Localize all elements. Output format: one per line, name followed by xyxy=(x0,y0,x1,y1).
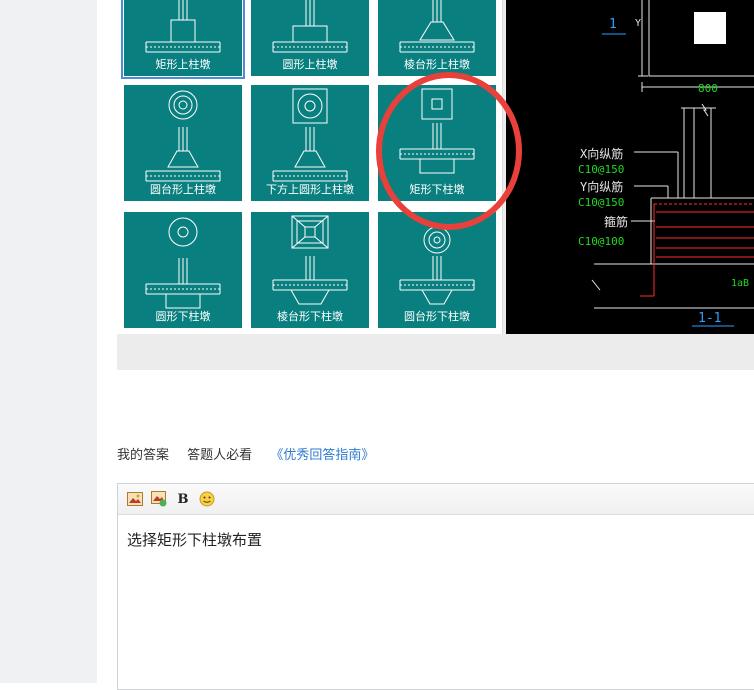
x-rebar-spec: C10@150 xyxy=(578,163,624,176)
grid-item-rect-lower-pier[interactable]: 矩形下柱墩 xyxy=(378,85,496,201)
bold-button[interactable]: B xyxy=(174,490,192,508)
grid-item-circle-upper-pier[interactable]: 圆形上柱墩 xyxy=(251,0,369,76)
dimension-label: 800 xyxy=(698,82,718,95)
grid-item-square-bottom-round-top-pier[interactable]: 下方上圆形上柱墩 xyxy=(251,85,369,201)
answer-editor[interactable]: B 选择矩形下柱墩布置 xyxy=(117,483,754,690)
grid-item-frustum-lower-pier[interactable]: 棱台形下柱墩 xyxy=(251,212,369,328)
grid-item-rect-upper-pier[interactable]: 矩形上柱墩 xyxy=(121,0,245,79)
editor-toolbar: B xyxy=(118,484,754,515)
column-section-square xyxy=(694,12,726,44)
must-read-label: 答题人必看 xyxy=(187,448,253,463)
my-answer-label: 我的答案 xyxy=(117,448,170,463)
grid-item-frustum-upper-pier[interactable]: 棱台形上柱墩 xyxy=(378,0,496,76)
pier-type-grid: 矩形上柱墩 圆形上柱墩 棱台形上柱墩 圆台形上柱墩 下方上圆形上柱墩 矩形下柱墩… xyxy=(117,0,503,334)
grid-item-label: 圆形下柱墩 xyxy=(155,310,211,323)
grid-item-label: 棱台形上柱墩 xyxy=(404,58,470,71)
y-rebar-spec: C10@150 xyxy=(578,196,624,209)
upload-image-icon[interactable] xyxy=(150,490,168,508)
x-rebar-label: X向纵筋 xyxy=(580,146,623,161)
lab-label: 1aB xyxy=(731,278,749,289)
y-rebar-label: Y向纵筋 xyxy=(580,179,623,194)
grid-item-label: 下方上圆形上柱墩 xyxy=(266,183,354,196)
grid-item-circle-lower-pier[interactable]: 圆形下柱墩 xyxy=(124,212,242,328)
y-axis-label: Y xyxy=(635,18,641,29)
stirrup-spec: C10@100 xyxy=(578,235,624,248)
grid-item-label: 矩形上柱墩 xyxy=(155,58,211,71)
answer-header-row: 我的答案 答题人必看 《优秀回答指南》 xyxy=(117,444,374,463)
grid-item-label: 圆形上柱墩 xyxy=(282,58,338,71)
emoji-icon[interactable] xyxy=(198,490,216,508)
section-title: 1-1 xyxy=(698,311,721,326)
answer-guide-link[interactable]: 《优秀回答指南》 xyxy=(270,448,374,463)
grid-item-label: 矩形下柱墩 xyxy=(409,183,465,196)
insert-image-icon[interactable] xyxy=(126,490,144,508)
grid-item-round-frustum-upper-pier[interactable]: 圆台形上柱墩 xyxy=(124,85,242,201)
editor-content[interactable]: 选择矩形下柱墩布置 xyxy=(118,515,754,564)
cad-section-drawing: 1 Y 800 X向纵筋 C10@150 Y向纵筋 C10@150 箍筋 C10… xyxy=(506,0,754,334)
grid-item-label: 圆台形下柱墩 xyxy=(404,310,470,323)
cad-drawing: 1 Y 800 X向纵筋 C10@150 Y向纵筋 C10@150 箍筋 C10… xyxy=(578,0,754,327)
grid-item-round-frustum-lower-pier[interactable]: 圆台形下柱墩 xyxy=(378,212,496,328)
grid-item-label: 圆台形上柱墩 xyxy=(150,183,216,196)
grid-item-label: 棱台形下柱墩 xyxy=(277,310,343,323)
left-gutter xyxy=(0,0,97,683)
section-marker-label: 1 xyxy=(609,17,617,32)
stirrup-label: 箍筋 xyxy=(604,214,628,229)
